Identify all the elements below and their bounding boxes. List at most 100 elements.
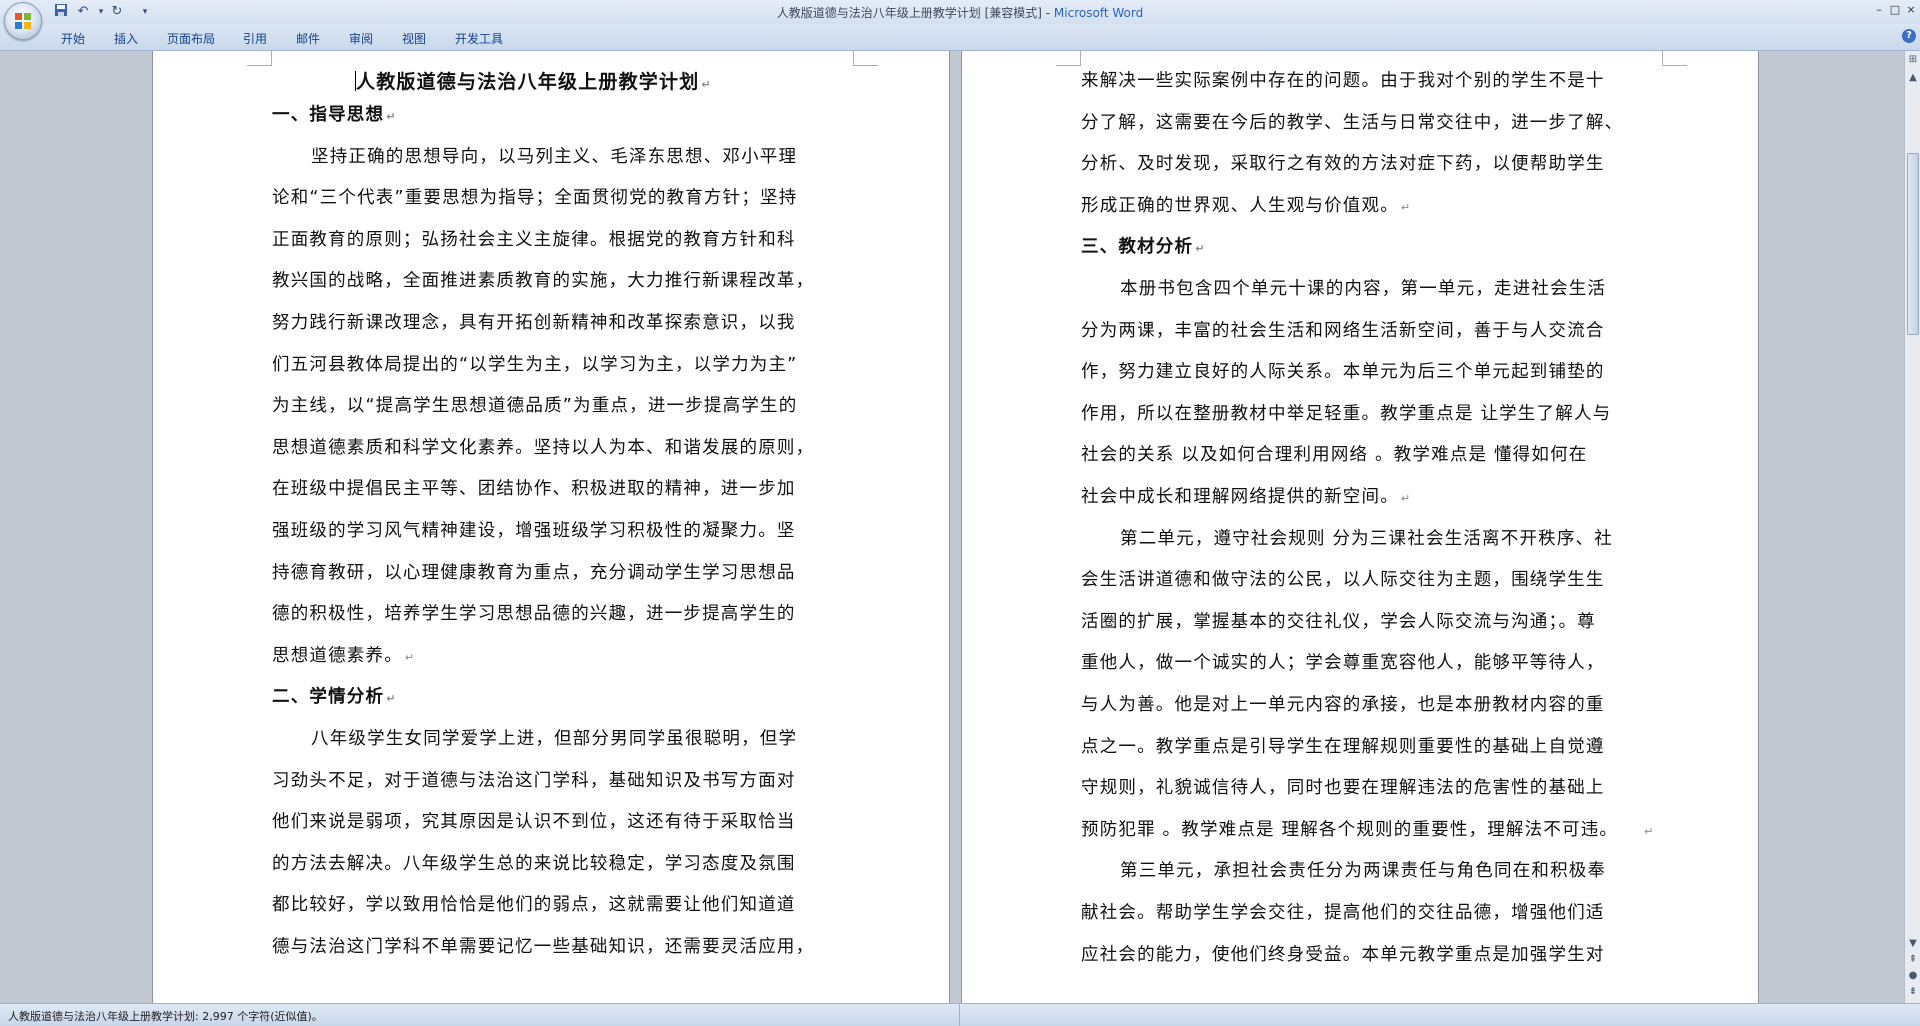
crop-mark xyxy=(1056,51,1081,66)
line-text: 第二单元，遵守社会规则 分为三课社会生活离不开秩序、社 xyxy=(1120,528,1613,549)
body-line: 论和“三个代表”重要思想为指导；全面贯彻党的教育方针；坚持 xyxy=(272,184,797,209)
section-heading: 一、指导思想 ↵ xyxy=(272,101,397,126)
paragraph-mark-icon: ↵ xyxy=(386,692,397,706)
body-line: 来解决一些实际案例中存在的问题。由于我对个别的学生不是十 xyxy=(1081,67,1605,92)
status-text: 人教版道德与法治八年级上册教学计划: 2,997 个字符(近似值)。 xyxy=(8,1010,323,1023)
tab-review[interactable]: 审阅 xyxy=(349,30,373,47)
line-text: 点之一。教学重点是引导学生在理解规则重要性的基础上自觉遵 xyxy=(1081,736,1605,757)
line-text: 社会中成长和理解网络提供的新空间。 xyxy=(1081,487,1399,507)
line-text: 第三单元，承担社会责任分为两课责任与角色同在和积极奉 xyxy=(1120,861,1607,882)
line-text: 预防犯罪 。教学难点是 理解各个规则的重要性，理解法不可违。 xyxy=(1081,819,1619,840)
line-text: 思想道德素养。 xyxy=(272,645,403,666)
ruler-toggle-icon[interactable]: ⊞ xyxy=(1906,53,1920,67)
tab-home[interactable]: 开始 xyxy=(61,30,85,47)
office-logo-icon xyxy=(15,13,31,29)
page-left[interactable]: 人教版道德与法治八年级上册教学计划 ↵ 一、指导思想 ↵ 坚持正确的思想导向，以马列主义… xyxy=(153,51,949,1003)
line-text: 来解决一些实际案例中存在的问题。由于我对个别的学生不是十 xyxy=(1081,71,1605,91)
title-bar: ↶ ▾ ↻ ▾ 人教版道德与法治八年级上册教学计划 [兼容模式] - Micro… xyxy=(0,0,1920,40)
line-text: 们五河县教体局提出的“以学生为主，以学习为主，以学力为主” xyxy=(272,354,798,375)
paragraph-mark-icon: ↵ xyxy=(1195,242,1206,256)
tab-insert[interactable]: 插入 xyxy=(114,30,138,47)
line-text: 教兴国的战略，全面推进素质教育的实施，大力推行新课程改革， xyxy=(272,271,815,292)
line-text: 作，努力建立良好的人际关系。本单元为后三个单元起到铺垫的 xyxy=(1081,362,1605,383)
line-text: 努力践行新课改理念，具有开拓创新精神和改革探索意识，以我 xyxy=(272,313,796,333)
body-line: 重他人，做一个诚实的人；学会尊重宽容他人，能够平等待人， xyxy=(1081,649,1605,674)
next-page-icon[interactable]: ⇟ xyxy=(1906,985,1920,999)
line-text: 守规则，礼貌诚信待人，同时也要在理解违法的危害性的基础上 xyxy=(1081,778,1605,799)
body-line: 点之一。教学重点是引导学生在理解规则重要性的基础上自觉遵 xyxy=(1081,733,1605,758)
previous-page-icon[interactable]: ⇞ xyxy=(1906,953,1920,967)
tab-mailings[interactable]: 邮件 xyxy=(296,30,320,47)
body-line: 正面教育的原则；弘扬社会主义主旋律。根据党的教育方针和科 xyxy=(272,226,796,251)
tab-page-layout[interactable]: 页面布局 xyxy=(167,30,215,47)
document-area[interactable]: 人教版道德与法治八年级上册教学计划 ↵ 一、指导思想 ↵ 坚持正确的思想导向，以马列主义… xyxy=(0,51,1904,1003)
window-title: 人教版道德与法治八年级上册教学计划 [兼容模式] - Microsoft Wor… xyxy=(0,4,1920,21)
crop-mark xyxy=(247,51,272,66)
body-line: 们五河县教体局提出的“以学生为主，以学习为主，以学力为主” xyxy=(272,351,797,376)
line-text: 八年级学生女同学爱学上进，但部分男同学虽很聪明，但学 xyxy=(311,729,798,749)
crop-mark xyxy=(1662,51,1687,66)
scroll-down-icon[interactable]: ▼ xyxy=(1906,937,1920,951)
body-line: 为主线，以“提高学生思想道德品质”为重点，进一步提高学生的 xyxy=(272,392,797,417)
crop-mark xyxy=(853,51,878,66)
close-button[interactable]: × xyxy=(1902,2,1920,18)
body-line: 思想道德素养。 ↵ xyxy=(272,642,415,667)
body-line: 习劲头不足，对于道德与法治这门学科，基础知识及书写方面对 xyxy=(272,767,796,792)
body-line: 思想道德素质和科学文化素养。坚持以人为本、和谐发展的原则， xyxy=(272,434,814,459)
line-text: 本册书包含四个单元十课的内容，第一单元，走进社会生活 xyxy=(1120,279,1607,299)
body-line: 第二单元，遵守社会规则 分为三课社会生活离不开秩序、社 xyxy=(1120,525,1613,550)
tab-developer[interactable]: 开发工具 xyxy=(455,30,503,47)
body-line: 作用，所以在整册教材中举足轻重。教学重点是 让学生了解人与 xyxy=(1081,400,1611,425)
line-text: 为主线，以“提高学生思想道德品质”为重点，进一步提高学生的 xyxy=(272,396,798,417)
tab-references[interactable]: 引用 xyxy=(243,30,267,47)
paragraph-mark-icon: ↵ xyxy=(386,110,397,123)
line-text: 在班级中提倡民主平等、团结协作、积极进取的精神，进一步加 xyxy=(272,479,796,500)
line-text: 分了解，这需要在今后的教学、生活与日常交往中，进一步了解、 xyxy=(1081,112,1624,133)
body-line: 作，努力建立良好的人际关系。本单元为后三个单元起到铺垫的 xyxy=(1081,358,1605,383)
help-icon[interactable]: ? xyxy=(1902,29,1916,43)
body-line: 社会中成长和理解网络提供的新空间。 ↵ xyxy=(1081,483,1411,508)
line-text: 活圈的扩展，掌握基本的交往礼仪，学会人际交流与沟通；。尊 xyxy=(1081,611,1596,632)
body-line: 形成正确的世界观、人生观与价值观。 ↵ xyxy=(1081,192,1411,217)
line-text: 与人为善。他是对上一单元内容的承接，也是本册教材内容的重 xyxy=(1081,695,1605,715)
line-text: 正面教育的原则；弘扬社会主义主旋律。根据党的教育方针和科 xyxy=(272,229,796,250)
line-text: 分析、及时发现，采取行之有效的方法对症下药，以便帮助学生 xyxy=(1081,154,1605,175)
page-right[interactable]: 来解决一些实际案例中存在的问题。由于我对个别的学生不是十 分了解，这需要在今后的教… xyxy=(962,51,1758,1003)
line-text: 三、教材分析 xyxy=(1081,237,1194,258)
section-heading: 二、学情分析 ↵ xyxy=(272,683,397,708)
body-line: 第三单元，承担社会责任分为两课责任与角色同在和积极奉 xyxy=(1120,857,1606,882)
paragraph-mark-icon: ↵ xyxy=(1644,824,1655,838)
line-text: 思想道德素质和科学文化素养。坚持以人为本、和谐发展的原则， xyxy=(272,437,815,458)
vertical-scrollbar[interactable]: ⊞ ▲ ▼ ⇞ ● ⇟ xyxy=(1904,51,1920,1003)
window-title-app: Microsoft Word xyxy=(1053,6,1144,20)
paragraph-mark-icon: ↵ xyxy=(1400,492,1412,505)
scroll-thumb[interactable] xyxy=(1907,153,1919,335)
body-line: 坚持正确的思想导向，以马列主义、毛泽东思想、邓小平理 xyxy=(311,143,797,168)
office-button[interactable] xyxy=(4,2,42,40)
line-text: 德的积极性，培养学生学习思想品德的兴趣，进一步提高学生的 xyxy=(272,604,796,625)
line-text: 强班级的学习风气精神建设，增强班级学习积极性的凝聚力。坚 xyxy=(272,521,796,541)
browse-object-icon[interactable]: ● xyxy=(1906,969,1920,983)
line-text: 重他人，做一个诚实的人；学会尊重宽容他人，能够平等待人， xyxy=(1081,653,1605,674)
body-line: 持德育教研，以心理健康教育为重点，充分调动学生学习思想品 xyxy=(272,559,796,584)
line-text: 的方法去解决。八年级学生总的来说比较稳定，学习态度及氛围 xyxy=(272,853,796,874)
document-title: 人教版道德与法治八年级上册教学计划 ↵ xyxy=(355,67,712,94)
window-title-doc: 人教版道德与法治八年级上册教学计划 [兼容模式] - xyxy=(776,6,1054,20)
tab-view[interactable]: 视图 xyxy=(402,30,426,47)
line-text: 献社会。帮助学生学会交往，提高他们的交往品德，增强他们适 xyxy=(1081,903,1605,923)
body-line: 分析、及时发现，采取行之有效的方法对症下药，以便帮助学生 xyxy=(1081,150,1605,175)
scroll-up-icon[interactable]: ▲ xyxy=(1906,71,1920,85)
line-text: 社会的关系 以及如何合理利用网络 。教学难点是 懂得如何在 xyxy=(1081,445,1588,466)
body-line: 活圈的扩展，掌握基本的交往礼仪，学会人际交流与沟通；。尊 xyxy=(1081,608,1596,633)
body-line: 在班级中提倡民主平等、团结协作、积极进取的精神，进一步加 xyxy=(272,475,796,500)
line-text: 坚持正确的思想导向，以马列主义、毛泽东思想、邓小平理 xyxy=(311,146,798,167)
paragraph-mark-icon: ↵ xyxy=(404,650,416,664)
status-bar: 人教版道德与法治八年级上册教学计划: 2,997 个字符(近似值)。 xyxy=(0,1003,1920,1026)
body-line: 社会的关系 以及如何合理利用网络 。教学难点是 懂得如何在 xyxy=(1081,441,1588,466)
body-line: 预防犯罪 。教学难点是 理解各个规则的重要性，理解法不可违。 ↵ xyxy=(1081,816,1655,841)
body-line: 守规则，礼貌诚信待人，同时也要在理解违法的危害性的基础上 xyxy=(1081,774,1605,799)
line-text: 他们来说是弱项，究其原因是认识不到位，这还有待于采取恰当 xyxy=(272,812,796,833)
section-heading: 三、教材分析 ↵ xyxy=(1081,233,1206,258)
ribbon-tab-bar: 开始 插入 页面布局 引用 邮件 审阅 视图 开发工具 ? xyxy=(0,24,1920,51)
body-line: 努力践行新课改理念，具有开拓创新精神和改革探索意识，以我 xyxy=(272,309,796,334)
